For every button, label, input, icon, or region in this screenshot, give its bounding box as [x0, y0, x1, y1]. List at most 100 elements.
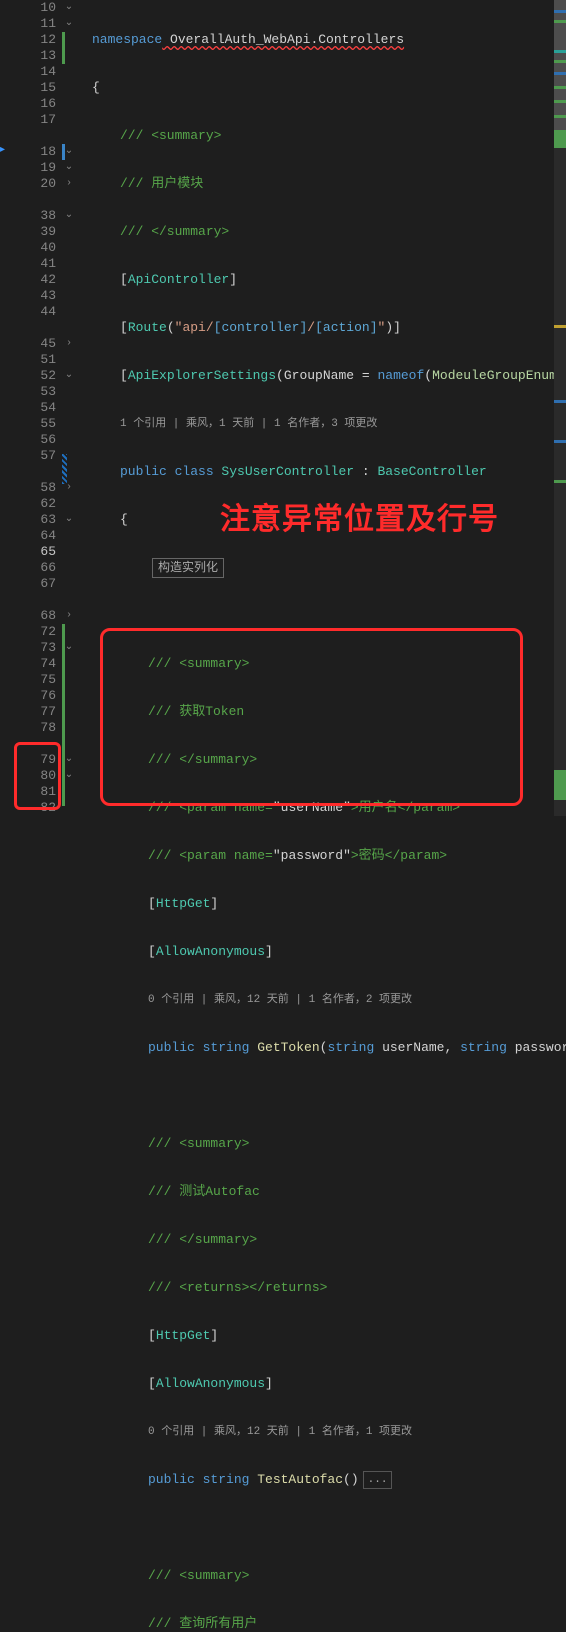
line-number: 73 — [16, 640, 56, 656]
line-number: 41 — [16, 256, 56, 272]
code-lens[interactable]: 0 个引用 | 乘风，12 天前 | 1 名作者，1 项更改 — [92, 1424, 566, 1440]
line-number: 17 — [16, 112, 56, 128]
code-lens[interactable]: 0 个引用 | 乘风，12 天前 | 1 名作者，2 项更改 — [92, 992, 566, 1008]
doc-comment[interactable]: /// 测试Autofac — [92, 1184, 566, 1200]
line-number: 79 — [16, 752, 56, 768]
vertical-scrollbar[interactable] — [554, 0, 566, 816]
scroll-marker — [554, 100, 566, 103]
folded-region-label[interactable]: 构造实列化 — [152, 558, 224, 578]
line-number — [16, 736, 56, 752]
line-number: 16 — [16, 96, 56, 112]
line-number: 54 — [16, 400, 56, 416]
code-folded-region[interactable]: 构造实列化 — [92, 560, 566, 576]
doc-comment[interactable]: /// <summary> — [92, 1136, 566, 1152]
line-number: 77 — [16, 704, 56, 720]
code-line[interactable]: [HttpGet] — [92, 896, 566, 912]
scroll-marker — [554, 86, 566, 89]
doc-comment[interactable]: /// <summary> — [92, 656, 566, 672]
line-number: 52 — [16, 368, 56, 384]
code-line[interactable]: [AllowAnonymous] — [92, 1376, 566, 1392]
code-line[interactable]: [AllowAnonymous] — [92, 944, 566, 960]
change-strip — [62, 624, 65, 806]
line-number: 42 — [16, 272, 56, 288]
line-number — [16, 320, 56, 336]
fold-chevron-right-icon[interactable]: › — [64, 608, 74, 624]
line-number: 80 — [16, 768, 56, 784]
fold-chevron-down-icon[interactable]: ⌄ — [64, 368, 74, 384]
fold-chevron-down-icon[interactable]: ⌄ — [64, 160, 74, 176]
fold-chevron-down-icon[interactable]: ⌄ — [64, 768, 74, 784]
scroll-marker — [554, 400, 566, 403]
line-number: 45 — [16, 336, 56, 352]
scroll-marker — [554, 10, 566, 13]
line-number: 62 — [16, 496, 56, 512]
glyph-margin: ▸ — [0, 0, 16, 816]
doc-comment[interactable]: /// </summary> — [92, 224, 566, 240]
code-area[interactable]: namespace OverallAuth_WebApi.Controllers… — [90, 0, 566, 816]
line-number: 78 — [16, 720, 56, 736]
doc-comment[interactable]: /// </summary> — [92, 752, 566, 768]
doc-comment[interactable]: /// 查询所有用户 — [92, 1616, 566, 1632]
doc-comment[interactable]: /// <summary> — [92, 1568, 566, 1584]
fold-chevron-right-icon[interactable]: › — [64, 176, 74, 192]
line-number: 72 — [16, 624, 56, 640]
blank-line — [92, 608, 566, 624]
line-number: 58 — [16, 480, 56, 496]
code-line[interactable]: public class SysUserController : BaseCon… — [92, 464, 566, 480]
code-line[interactable]: { — [92, 512, 566, 528]
line-number: 51 — [16, 352, 56, 368]
line-number: 81 — [16, 784, 56, 800]
line-number — [16, 592, 56, 608]
scroll-marker — [554, 480, 566, 483]
code-line[interactable]: public string GetToken(string userName, … — [92, 1040, 566, 1056]
code-line[interactable]: [ApiController] — [92, 272, 566, 288]
code-line[interactable]: [HttpGet] — [92, 1328, 566, 1344]
code-lens[interactable]: 1 个引用 | 乘风，1 天前 | 1 名作者，3 项更改 — [92, 416, 566, 432]
namespace-name: OverallAuth_WebApi.Controllers — [162, 32, 404, 48]
code-line[interactable]: namespace OverallAuth_WebApi.Controllers — [92, 32, 566, 48]
line-number: 56 — [16, 432, 56, 448]
line-number: 39 — [16, 224, 56, 240]
code-line[interactable]: { — [92, 80, 566, 96]
line-number: 38 — [16, 208, 56, 224]
doc-comment[interactable]: /// </summary> — [92, 1232, 566, 1248]
line-number — [16, 464, 56, 480]
code-editor[interactable]: ▸ 10 11 12 13 14 15 16 17 18 19 20 38 39… — [0, 0, 566, 816]
line-number: 13 — [16, 48, 56, 64]
line-number-gutter: 10 11 12 13 14 15 16 17 18 19 20 38 39 4… — [16, 0, 62, 816]
doc-comment[interactable]: /// <param name="userName">用户名</param> — [92, 800, 566, 816]
line-number: 76 — [16, 688, 56, 704]
blank-line — [92, 1520, 566, 1536]
fold-chevron-down-icon[interactable]: ⌄ — [64, 640, 74, 656]
line-number: 18 — [16, 144, 56, 160]
doc-comment[interactable]: /// 获取Token — [92, 704, 566, 720]
doc-comment[interactable]: /// <summary> — [92, 128, 566, 144]
line-number: 55 — [16, 416, 56, 432]
fold-chevron-right-icon[interactable]: › — [64, 336, 74, 352]
collapsed-block-icon[interactable]: ... — [363, 1471, 393, 1489]
doc-comment[interactable]: /// <returns></returns> — [92, 1280, 566, 1296]
code-line[interactable]: [Route("api/[controller]/[action]")] — [92, 320, 566, 336]
scroll-marker — [554, 60, 566, 63]
change-strip — [62, 144, 65, 160]
scroll-marker — [554, 325, 566, 328]
line-number: 74 — [16, 656, 56, 672]
line-number — [16, 192, 56, 208]
fold-chevron-down-icon[interactable]: ⌄ — [64, 144, 74, 160]
scroll-marker — [554, 115, 566, 118]
fold-chevron-down-icon[interactable]: ⌄ — [64, 208, 74, 224]
scroll-marker — [554, 72, 566, 75]
line-number: 53 — [16, 384, 56, 400]
line-number: 57 — [16, 448, 56, 464]
fold-chevron-down-icon[interactable]: ⌄ — [64, 752, 74, 768]
line-number: 68 — [16, 608, 56, 624]
code-line[interactable]: [ApiExplorerSettings(GroupName = nameof(… — [92, 368, 566, 384]
code-line[interactable]: public string TestAutofac()... — [92, 1472, 566, 1488]
doc-comment[interactable]: /// 用户模块 — [92, 176, 566, 192]
scroll-marker — [554, 770, 566, 800]
scroll-marker — [554, 20, 566, 23]
doc-comment[interactable]: /// <param name="password">密码</param> — [92, 848, 566, 864]
fold-chevron-down-icon[interactable]: ⌄ — [64, 0, 74, 16]
fold-chevron-down-icon[interactable]: ⌄ — [64, 512, 74, 528]
fold-chevron-down-icon[interactable]: ⌄ — [64, 16, 74, 32]
